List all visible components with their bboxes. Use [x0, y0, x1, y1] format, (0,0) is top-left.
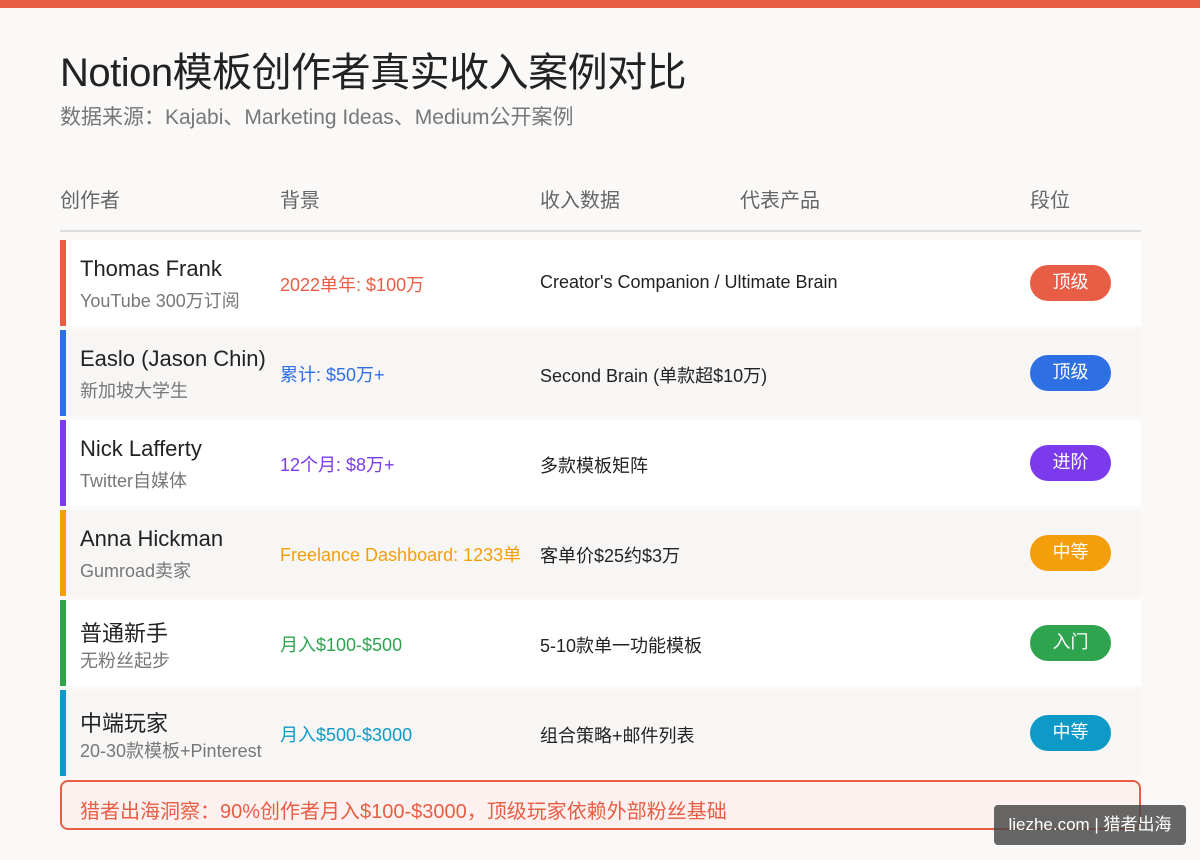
creator-name: Anna Hickman [80, 526, 224, 551]
tier-badge: 入门 [1030, 625, 1111, 661]
table-row: Nick Lafferty Twitter自媒体 12个月: $8万+ 多款模板… [60, 420, 1141, 506]
creator-name: Nick Lafferty [80, 436, 202, 461]
table-row: Easlo (Jason Chin) 新加坡大学生 累计: $50万+ Seco… [60, 330, 1141, 416]
creator-name: 普通新手 [80, 621, 169, 646]
page-subtitle: 数据来源：Kajabi、Marketing Ideas、Medium公开案例 [60, 106, 574, 129]
tier-badge: 中等 [1030, 535, 1111, 571]
table-row: 普通新手 无粉丝起步 月入$100-$500 5-10款单一功能模板 入门 [60, 600, 1141, 686]
table-row: Anna Hickman Gumroad卖家 Freelance Dashboa… [60, 510, 1141, 596]
income-value: Freelance Dashboard: 1233单 [280, 545, 522, 565]
product-name: 组合策略+邮件列表 [540, 726, 695, 746]
product-name: 多款模板矩阵 [540, 456, 648, 476]
table-header: 创作者 背景 收入数据 代表产品 段位 [60, 184, 1141, 232]
table-body: Thomas Frank YouTube 300万订阅 2022单年: $100… [60, 240, 1141, 780]
table-row: 中端玩家 20-30款模板+Pinterest 月入$500-$3000 组合策… [60, 690, 1141, 776]
creator-name: Easlo (Jason Chin) [80, 346, 266, 371]
tier-badge: 顶级 [1030, 355, 1111, 391]
creator-name: Thomas Frank [80, 256, 222, 281]
column-header-income: 收入数据 [540, 190, 620, 212]
tier-badge: 进阶 [1030, 445, 1111, 481]
watermark: liezhe.com | 猎者出海 [994, 805, 1186, 845]
creator-background: YouTube 300万订阅 [80, 291, 240, 311]
creator-background: 20-30款模板+Pinterest [80, 741, 262, 761]
income-value: 累计: $50万+ [280, 365, 385, 385]
page-title: Notion模板创作者真实收入案例对比 [60, 51, 687, 95]
creator-background: Gumroad卖家 [80, 561, 192, 581]
creator-background: 无粉丝起步 [80, 651, 170, 671]
top-accent-bar [0, 0, 1200, 8]
income-value: 月入$100-$500 [280, 635, 403, 655]
product-name: Second Brain (单款超$10万) [540, 366, 768, 386]
income-value: 2022单年: $100万 [280, 275, 425, 295]
column-header-tier: 段位 [1030, 190, 1070, 212]
column-header-creator: 创作者 [60, 190, 120, 212]
product-name: 客单价$25约$3万 [540, 546, 681, 566]
income-value: 月入$500-$3000 [280, 725, 413, 745]
product-name: Creator's Companion / Ultimate Brain [540, 272, 838, 292]
insight-callout: 猎者出海洞察：90%创作者月入$100-$3000，顶级玩家依赖外部粉丝基础 [60, 780, 1141, 830]
tier-badge: 中等 [1030, 715, 1111, 751]
creator-background: 新加坡大学生 [80, 381, 188, 401]
insight-text: 猎者出海洞察：90%创作者月入$100-$3000，顶级玩家依赖外部粉丝基础 [80, 801, 727, 823]
column-header-background: 背景 [280, 190, 320, 212]
table-row: Thomas Frank YouTube 300万订阅 2022单年: $100… [60, 240, 1141, 326]
creator-background: Twitter自媒体 [80, 471, 188, 491]
product-name: 5-10款单一功能模板 [540, 636, 703, 656]
income-value: 12个月: $8万+ [280, 455, 395, 475]
creator-name: 中端玩家 [80, 711, 169, 736]
tier-badge: 顶级 [1030, 265, 1111, 301]
column-header-product: 代表产品 [740, 190, 820, 212]
